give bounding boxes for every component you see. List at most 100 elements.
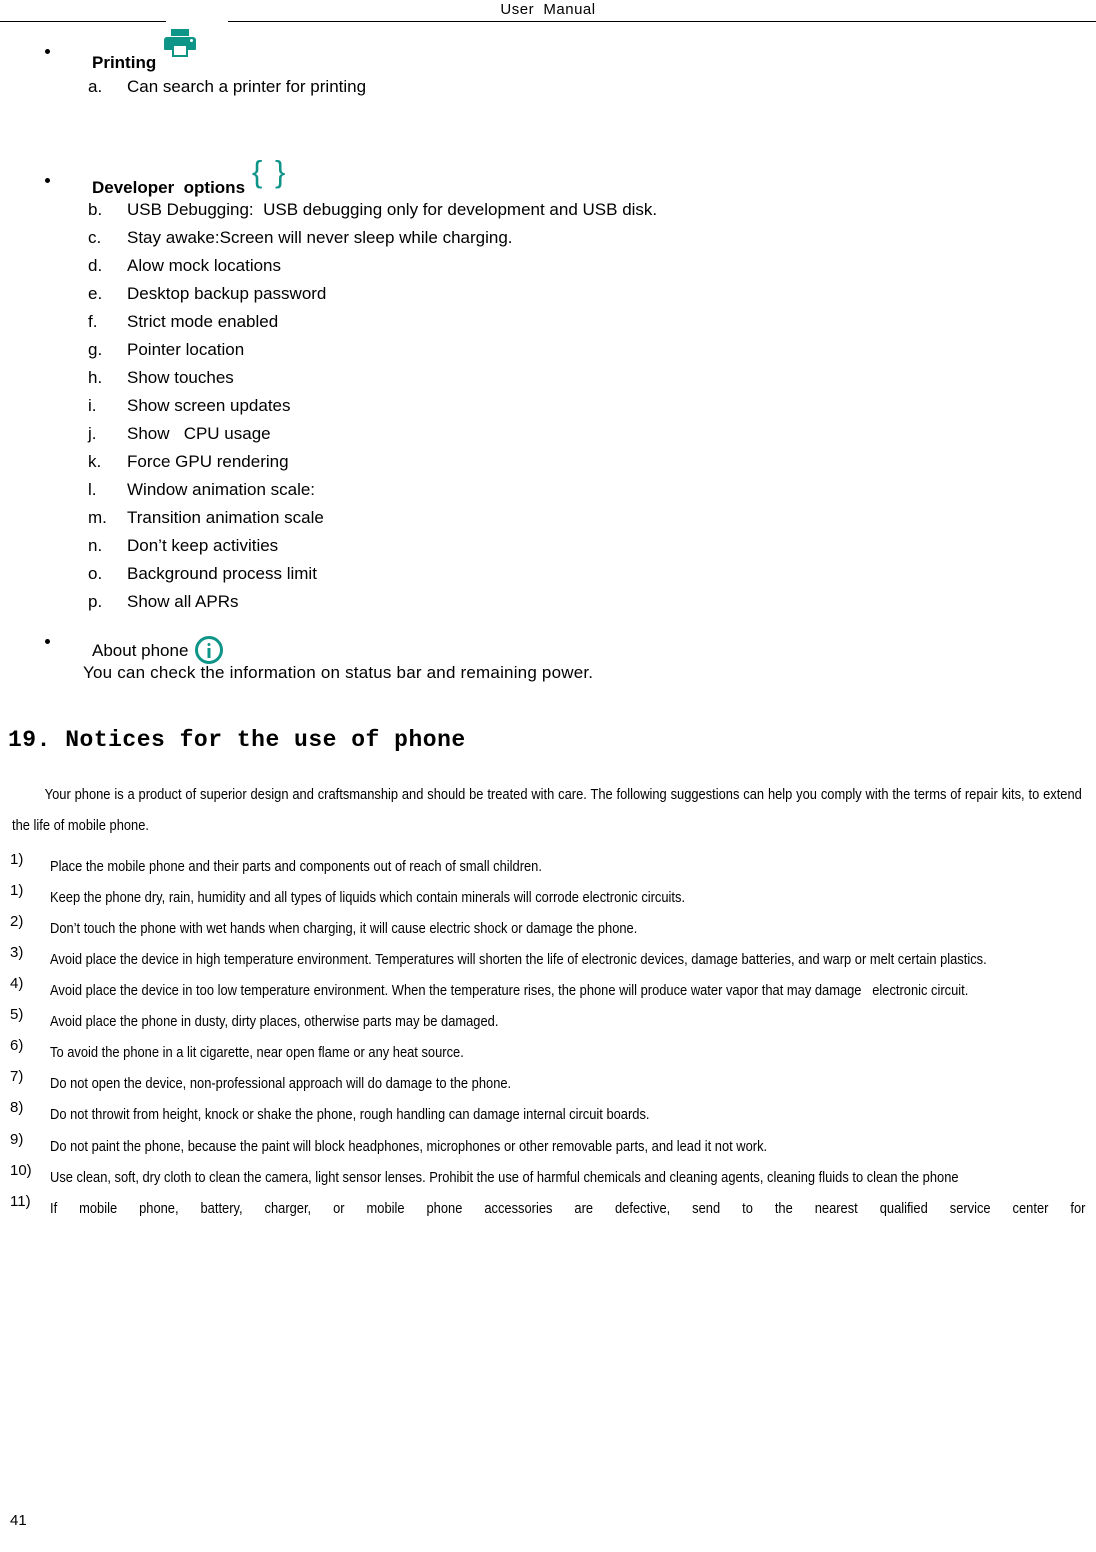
notice-marker: 3) (10, 944, 24, 962)
notice-text: Place the mobile phone and their parts a… (50, 858, 542, 876)
notice-text: Avoid place the phone in dusty, dirty pl… (50, 1013, 499, 1031)
header-rule-right-segment (228, 21, 1096, 22)
notice-item: 10) Use clean, soft, dry cloth to clean … (0, 1162, 1096, 1193)
notice-text: Keep the phone dry, rain, humidity and a… (50, 889, 686, 907)
notice-text: If mobile phone, battery, charger, or mo… (50, 1199, 1086, 1217)
page-content: Printing a. Can search a printer for pri… (0, 24, 1096, 1224)
notice-marker: 1) (10, 882, 24, 900)
settings-section-printing: Printing (0, 29, 1096, 73)
list-item-marker: k. (88, 452, 102, 471)
developer-options-list: b. USB Debugging: USB debugging only for… (0, 200, 1096, 620)
notice-marker: 5) (10, 1006, 24, 1024)
list-item-text: Stay awake:Screen will never sleep while… (127, 228, 513, 247)
notice-text: To avoid the phone in a lit cigarette, n… (50, 1044, 464, 1062)
list-item: n. Don’t keep activities (0, 536, 1096, 564)
list-item-text: Window animation scale: (127, 480, 316, 499)
list-item: p. Show all APRs (0, 592, 1096, 620)
notice-text: Avoid place the device in too low temper… (50, 982, 969, 1000)
notice-item: 1) Keep the phone dry, rain, humidity an… (0, 882, 1096, 913)
list-item-marker: j. (88, 424, 97, 443)
list-item-marker: f. (88, 312, 98, 331)
list-item: g. Pointer location (0, 340, 1096, 368)
notice-marker: 10) (10, 1161, 32, 1179)
list-item-marker: g. (88, 340, 103, 359)
section-intro-paragraph: Your phone is a product of superior desi… (12, 786, 1082, 835)
notice-marker: 7) (10, 1068, 24, 1086)
settings-section-label: About phone (92, 641, 189, 660)
notice-text: Use clean, soft, dry cloth to clean the … (50, 1168, 959, 1186)
list-item: k. Force GPU rendering (0, 452, 1096, 480)
list-item: f. Strict mode enabled (0, 312, 1096, 340)
settings-section-label: Printing (92, 53, 157, 72)
notice-marker: 1) (10, 851, 24, 869)
bullet-marker-icon (45, 178, 50, 183)
notice-item: 1) Place the mobile phone and their part… (0, 851, 1096, 882)
list-item: d. Alow mock locations (0, 256, 1096, 284)
list-item-marker: p. (88, 592, 103, 611)
notice-item: 6) To avoid the phone in a lit cigarette… (0, 1037, 1096, 1068)
list-item-text: Background process limit (127, 564, 317, 583)
list-item-text: Show touches (127, 368, 234, 387)
notice-text: Do not open the device, non-professional… (50, 1075, 512, 1093)
notice-marker: 6) (10, 1037, 24, 1055)
list-item-marker: o. (88, 564, 103, 583)
header-rule-left-segment (0, 21, 166, 22)
list-item-text: Can search a printer for printing (127, 77, 367, 96)
list-item: b. USB Debugging: USB debugging only for… (0, 200, 1096, 228)
list-item: j. Show CPU usage (0, 424, 1096, 452)
list-item-marker: c. (88, 228, 102, 247)
notice-item: 8) Do not throwit from height, knock or … (0, 1099, 1096, 1130)
notice-marker: 4) (10, 975, 24, 993)
list-item-text: Pointer location (127, 340, 245, 359)
list-item: o. Background process limit (0, 564, 1096, 592)
notice-item: 2) Don’t touch the phone with wet hands … (0, 913, 1096, 944)
list-item: a. Can search a printer for printing (0, 77, 1096, 105)
list-item-marker: h. (88, 368, 103, 387)
list-item-text: Show CPU usage (127, 424, 271, 443)
notice-marker: 2) (10, 913, 24, 931)
page-header: User Manual (0, 0, 1096, 24)
notice-item: 5) Avoid place the phone in dusty, dirty… (0, 1006, 1096, 1037)
section-heading: 19. Notices for the use of phone (8, 727, 466, 753)
list-item-marker: e. (88, 284, 103, 303)
list-item-text: USB Debugging: USB debugging only for de… (127, 200, 658, 219)
notice-text: Avoid place the device in high temperatu… (50, 951, 987, 969)
list-item: h. Show touches (0, 368, 1096, 396)
bullet-marker-icon (45, 639, 50, 644)
list-item: i. Show screen updates (0, 396, 1096, 424)
list-item-text: Show all APRs (127, 592, 239, 611)
list-item-marker: i. (88, 396, 97, 415)
list-item-text: Transition animation scale (127, 508, 324, 527)
settings-section-about-phone: About phone (0, 628, 1096, 664)
curly-braces-icon: { } (252, 154, 288, 189)
notice-item: 9) Do not paint the phone, because the p… (0, 1131, 1096, 1162)
list-item: c. Stay awake:Screen will never sleep wh… (0, 228, 1096, 256)
list-item-text: Force GPU rendering (127, 452, 289, 471)
list-item: e. Desktop backup password (0, 284, 1096, 312)
notice-marker: 11) (10, 1192, 31, 1210)
bullet-marker-icon (45, 49, 50, 54)
notice-marker: 8) (10, 1099, 24, 1117)
list-item-marker: n. (88, 536, 103, 555)
settings-section-developer-options: Developer options { } (0, 154, 1096, 198)
list-item-marker: l. (88, 480, 97, 499)
notices-list: 1) Place the mobile phone and their part… (0, 851, 1096, 1224)
list-item-text: Desktop backup password (127, 284, 327, 303)
list-item-text: Alow mock locations (127, 256, 282, 275)
list-item-text: Don’t keep activities (127, 536, 279, 555)
list-item-marker: m. (88, 508, 107, 527)
printer-icon (163, 29, 197, 73)
notice-item: 4) Avoid place the device in too low tem… (0, 975, 1096, 1006)
notice-item: 3) Avoid place the device in high temper… (0, 944, 1096, 975)
notice-text: Don’t touch the phone with wet hands whe… (50, 920, 638, 938)
list-item-marker: b. (88, 200, 103, 219)
list-item: m. Transition animation scale (0, 508, 1096, 536)
page-number: 41 (10, 1512, 27, 1529)
list-item-marker: a. (88, 77, 103, 96)
notice-text: Do not paint the phone, because the pain… (50, 1137, 768, 1155)
settings-section-label: Developer options (92, 178, 246, 197)
list-item-text: Strict mode enabled (127, 312, 279, 331)
about-phone-note: You can check the information on status … (83, 663, 594, 682)
notice-item: 11) If mobile phone, battery, charger, o… (0, 1193, 1096, 1224)
list-item: l. Window animation scale: (0, 480, 1096, 508)
